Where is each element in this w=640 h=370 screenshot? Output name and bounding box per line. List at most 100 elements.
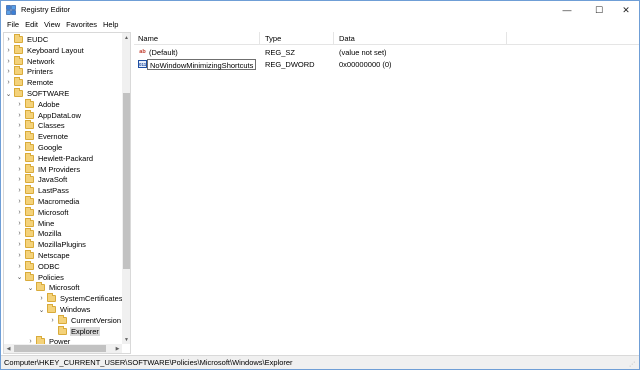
column-header-type[interactable]: Type — [261, 32, 334, 45]
column-header-name[interactable]: Name — [134, 32, 260, 45]
expand-chevron-icon[interactable]: › — [5, 77, 12, 88]
tree-node-keyboard-layout[interactable]: › Keyboard Layout — [5, 44, 85, 56]
scroll-down-icon[interactable]: ▼ — [122, 335, 130, 344]
dword-value-icon: 011 — [138, 60, 147, 68]
expand-chevron-icon[interactable]: › — [38, 293, 45, 304]
tree-node-odbc[interactable]: › ODBC — [16, 260, 61, 272]
collapse-chevron-icon[interactable]: ⌄ — [38, 304, 45, 315]
expand-chevron-icon[interactable]: › — [16, 164, 23, 175]
menu-help[interactable]: Help — [100, 19, 121, 31]
expand-chevron-icon[interactable]: › — [16, 110, 23, 121]
expand-chevron-icon[interactable]: › — [49, 315, 56, 326]
expand-chevron-icon[interactable]: › — [16, 196, 23, 207]
tree-node-lastpass[interactable]: › LastPass — [16, 185, 70, 196]
scroll-up-icon[interactable]: ▲ — [122, 33, 130, 42]
collapse-chevron-icon[interactable]: ⌄ — [16, 272, 23, 283]
folder-icon — [47, 304, 56, 313]
expand-chevron-icon[interactable]: › — [16, 185, 23, 196]
tree-node-hewlett-packard[interactable]: › Hewlett-Packard — [16, 152, 94, 164]
maximize-button[interactable]: ☐ — [585, 1, 613, 19]
tree-node-mozilla[interactable]: › Mozilla — [16, 228, 62, 239]
tree-node-label: Adobe — [38, 99, 60, 109]
expand-chevron-icon[interactable]: › — [5, 66, 12, 77]
expand-chevron-icon[interactable]: › — [16, 142, 23, 153]
tree-node-evernote[interactable]: › Evernote — [16, 131, 69, 142]
resize-grip-icon[interactable]: ⋰ — [629, 359, 637, 368]
expand-chevron-icon[interactable]: › — [16, 174, 23, 185]
scroll-left-icon[interactable]: ◀ — [4, 344, 13, 353]
close-button[interactable]: ✕ — [612, 1, 640, 19]
tree-node-label: EUDC — [27, 35, 49, 44]
tree-node-im-providers[interactable]: › IM Providers — [16, 163, 81, 175]
expand-chevron-icon[interactable]: › — [16, 250, 23, 261]
expand-chevron-icon[interactable]: › — [16, 261, 23, 272]
value-row-default[interactable]: ab (Default) REG_SZ (value not set) — [134, 47, 639, 58]
tree-node-windows[interactable]: ⌄ Windows — [38, 304, 91, 315]
tree-node-remote[interactable]: › Remote — [5, 77, 54, 88]
tree-node-systemcertificates[interactable]: › SystemCertificates — [38, 293, 124, 304]
tree-node-classes[interactable]: › Classes — [16, 120, 66, 131]
values-header: Name Type Data — [134, 32, 639, 45]
menu-edit[interactable]: Edit — [22, 19, 41, 31]
rename-value-input[interactable]: NoWindowMinimizingShortcuts — [147, 59, 257, 70]
menu-view[interactable]: View — [41, 19, 63, 31]
minimize-button[interactable]: — — [553, 1, 581, 19]
menu-favorites[interactable]: Favorites — [63, 19, 100, 31]
expand-chevron-icon[interactable]: › — [5, 45, 12, 56]
expand-chevron-icon[interactable]: › — [5, 56, 12, 67]
tree-node-label: MozillaPlugins — [38, 240, 86, 250]
tree-node-microsoft[interactable]: › Microsoft — [16, 206, 69, 218]
tree-node-eudc[interactable]: › EUDC — [5, 34, 49, 45]
collapse-chevron-icon[interactable]: ⌄ — [5, 88, 12, 99]
tree-node-policies[interactable]: ⌄ Policies — [16, 271, 65, 283]
folder-icon — [14, 88, 23, 97]
tree-node-software[interactable]: ⌄ SOFTWARE — [5, 88, 70, 99]
tree-node-google[interactable]: › Google — [16, 142, 63, 153]
tree-node-mozillaplugins[interactable]: › MozillaPlugins — [16, 239, 87, 250]
title-bar[interactable]: Registry Editor — ☐ ✕ — [1, 1, 639, 19]
tree-node-printers[interactable]: › Printers — [5, 66, 54, 77]
tree-node-adobe[interactable]: › Adobe — [16, 98, 61, 110]
expand-chevron-icon[interactable]: › — [5, 34, 12, 45]
collapse-chevron-icon[interactable]: ⌄ — [27, 282, 34, 293]
value-row-nowindowminimizingshortcuts[interactable]: 011 NoWindowMinimizingShortcuts REG_DWOR… — [134, 59, 639, 70]
registry-editor-icon — [6, 5, 16, 15]
tree-node-label: ODBC — [38, 261, 60, 271]
tree-node-currentversion[interactable]: › CurrentVersion — [49, 314, 122, 326]
values-list[interactable]: Name Type Data ab (Default) REG_SZ (valu… — [134, 32, 639, 354]
expand-chevron-icon[interactable]: › — [16, 207, 23, 218]
expand-chevron-icon[interactable]: › — [16, 99, 23, 110]
tree-node-netscape[interactable]: › Netscape — [16, 250, 71, 261]
folder-icon — [25, 163, 34, 173]
menu-file[interactable]: File — [4, 19, 22, 31]
tree-vertical-scrollbar[interactable]: ▲ ▼ — [122, 33, 130, 344]
tree-node-macromedia[interactable]: › Macromedia — [16, 196, 80, 207]
folder-icon — [25, 131, 34, 141]
folder-icon — [25, 142, 34, 151]
tree-node-label: Macromedia — [38, 197, 80, 206]
tree-node-label: SystemCertificates — [60, 294, 123, 304]
scroll-thumb-horizontal[interactable] — [14, 345, 106, 352]
tree-node-network[interactable]: › Network — [5, 55, 56, 67]
tree-node-label: JavaSoft — [38, 175, 68, 185]
tree-node-appdatalow[interactable]: › AppDataLow — [16, 109, 82, 121]
tree-node-mine[interactable]: › Mine — [16, 217, 55, 229]
scroll-right-icon[interactable]: ▶ — [113, 344, 122, 353]
tree-node-explorer[interactable]: Explorer — [49, 325, 100, 337]
folder-icon — [25, 109, 34, 119]
tree-node-label: Keyboard Layout — [27, 45, 84, 55]
tree-node-microsoft[interactable]: ⌄ Microsoft — [27, 282, 80, 293]
expand-chevron-icon[interactable]: › — [16, 239, 23, 250]
expand-chevron-icon[interactable]: › — [16, 153, 23, 164]
expand-chevron-icon[interactable]: › — [16, 131, 23, 142]
registry-tree[interactable]: › EUDC › Keyboard Layout › Network › Printers › R… — [3, 32, 131, 354]
expand-chevron-icon[interactable]: › — [16, 218, 23, 229]
registry-path: Computer\HKEY_CURRENT_USER\SOFTWARE\Poli… — [4, 358, 293, 367]
expand-chevron-icon[interactable]: › — [16, 120, 23, 131]
scroll-thumb[interactable] — [123, 93, 130, 269]
tree-horizontal-scrollbar[interactable]: ◀ ▶ — [4, 344, 122, 353]
tree-node-label: Mine — [38, 218, 55, 228]
tree-node-javasoft[interactable]: › JavaSoft — [16, 174, 68, 185]
column-header-data[interactable]: Data — [335, 32, 507, 45]
expand-chevron-icon[interactable]: › — [16, 228, 23, 239]
